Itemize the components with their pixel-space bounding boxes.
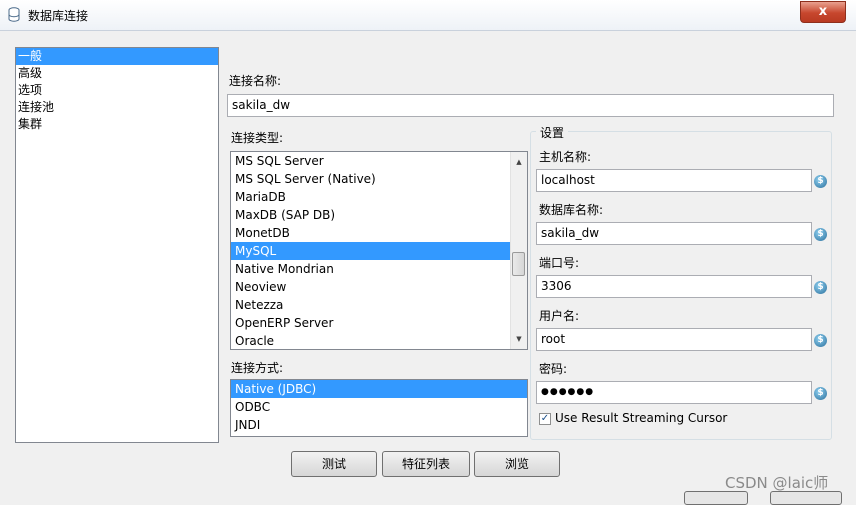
variable-icon[interactable]: $ <box>814 228 827 241</box>
username-label: 用户名: <box>539 309 580 323</box>
nav-item-general[interactable]: 一般 <box>16 48 218 65</box>
ok-button[interactable] <box>684 491 748 505</box>
list-item[interactable]: OpenERP Server <box>231 314 527 332</box>
feature-list-button[interactable]: 特征列表 <box>382 451 470 477</box>
database-name-input[interactable]: sakila_dw <box>536 222 812 245</box>
cancel-button[interactable] <box>770 491 842 505</box>
scroll-down-icon[interactable]: ▼ <box>511 331 527 347</box>
list-item[interactable]: JNDI <box>231 416 527 434</box>
list-item[interactable]: MonetDB <box>231 224 527 242</box>
watermark: CSDN @laic师 <box>725 474 829 492</box>
close-button[interactable]: x <box>800 1 846 23</box>
list-item[interactable]: Oracle <box>231 332 527 349</box>
list-item[interactable]: ODBC <box>231 398 527 416</box>
host-input[interactable]: localhost <box>536 169 812 192</box>
streaming-cursor-label: Use Result Streaming Cursor <box>555 411 728 425</box>
list-item[interactable]: MaxDB (SAP DB) <box>231 206 527 224</box>
port-label: 端口号: <box>539 256 580 270</box>
window-title: 数据库连接 <box>28 9 89 23</box>
password-input[interactable]: ●●●●●● <box>536 381 812 404</box>
variable-icon[interactable]: $ <box>814 387 827 400</box>
checkmark-icon: ✓ <box>540 413 550 424</box>
list-item[interactable]: MS SQL Server <box>231 152 527 170</box>
list-item[interactable]: MariaDB <box>231 188 527 206</box>
close-icon: x <box>818 4 828 19</box>
scroll-thumb[interactable] <box>512 252 525 276</box>
test-button[interactable]: 测试 <box>291 451 377 477</box>
title-bar: 数据库连接 x <box>0 0 856 31</box>
list-item[interactable]: MS SQL Server (Native) <box>231 170 527 188</box>
nav-item-options[interactable]: 选项 <box>16 82 218 99</box>
port-input[interactable]: 3306 <box>536 275 812 298</box>
category-list: 一般 高级 选项 连接池 集群 <box>15 47 219 443</box>
variable-icon[interactable]: $ <box>814 334 827 347</box>
streaming-cursor-checkbox[interactable]: ✓ <box>539 413 551 425</box>
list-item[interactable]: Neoview <box>231 278 527 296</box>
nav-item-pooling[interactable]: 连接池 <box>16 99 218 116</box>
list-item[interactable]: Netezza <box>231 296 527 314</box>
scroll-up-icon[interactable]: ▲ <box>511 154 527 170</box>
username-input[interactable]: root <box>536 328 812 351</box>
list-item-selected[interactable]: MySQL <box>231 242 510 260</box>
nav-item-clustering[interactable]: 集群 <box>16 116 218 133</box>
access-method-label: 连接方式: <box>231 361 284 375</box>
connection-type-scrollbar[interactable]: ▲ ▼ <box>510 152 527 349</box>
connection-type-label: 连接类型: <box>231 131 284 145</box>
database-name-label: 数据库名称: <box>539 203 604 217</box>
list-item-selected[interactable]: Native (JDBC) <box>231 380 527 398</box>
host-label: 主机名称: <box>539 150 592 164</box>
connection-type-list[interactable]: MS SQL Server MS SQL Server (Native) Mar… <box>230 151 528 350</box>
variable-icon[interactable]: $ <box>814 281 827 294</box>
settings-title: 设置 <box>536 124 569 141</box>
access-method-list[interactable]: Native (JDBC) ODBC JNDI <box>230 379 528 437</box>
browse-button[interactable]: 浏览 <box>474 451 560 477</box>
list-item[interactable]: Native Mondrian <box>231 260 527 278</box>
password-label: 密码: <box>539 362 568 376</box>
database-icon <box>8 7 20 22</box>
nav-item-advanced[interactable]: 高级 <box>16 65 218 82</box>
connection-name-input[interactable]: sakila_dw <box>227 94 834 117</box>
connection-name-label: 连接名称: <box>229 74 282 88</box>
variable-icon[interactable]: $ <box>814 175 827 188</box>
